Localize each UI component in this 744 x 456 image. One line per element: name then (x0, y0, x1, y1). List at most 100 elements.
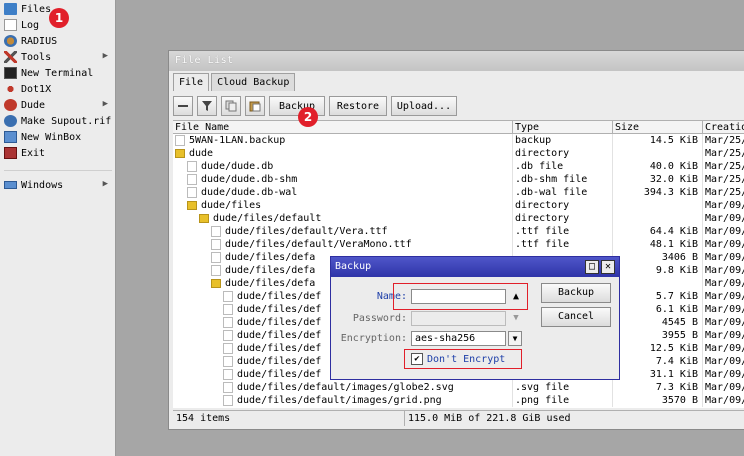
file-name-text: dude/files/def (237, 304, 322, 315)
column-header-type[interactable]: Type (513, 121, 613, 133)
table-row[interactable]: dude/dude.db-shm .db-shm file 32.0 KiB Mar/… (173, 173, 744, 186)
cell-creation: Mar/25/ (703, 147, 744, 160)
password-label: Password: (352, 313, 407, 324)
cell-file-name: dude/files/default/Vera.ttf (173, 225, 513, 238)
cell-type: .ttf file (513, 238, 613, 251)
cell-size: 3570 B (613, 394, 703, 407)
table-row[interactable]: dude/files/default directory Mar/09/ (173, 212, 744, 225)
cell-creation: Mar/09/ (703, 329, 744, 342)
file-name-text: dude/files/default/images/globe2.svg (237, 382, 454, 393)
folder-icon (199, 214, 209, 223)
cell-creation: Mar/25/ (703, 134, 744, 147)
supout-icon (4, 115, 17, 127)
cell-size: 40.0 KiB (613, 160, 703, 173)
tab-cloud-backup[interactable]: Cloud Backup (211, 73, 296, 91)
table-row[interactable]: dude/files/default/Vera.ttf .ttf file 64.4… (173, 225, 744, 238)
sidebar-item-label: Dot1X (21, 83, 52, 95)
cell-file-name: dude/dude.db-wal (173, 186, 513, 199)
cell-file-name: 5WAN-1LAN.backup (173, 134, 513, 147)
restore-button[interactable]: Restore (329, 96, 387, 116)
sidebar-item-label: Files (21, 3, 52, 15)
table-row[interactable]: dude/files/default/images/grid.png .png f… (173, 394, 744, 407)
table-row[interactable]: dude/files/default/VeraMono.ttf .ttf file… (173, 238, 744, 251)
column-header-file-name[interactable]: File Name (173, 121, 513, 133)
cell-size: 7.4 KiB (613, 355, 703, 368)
status-bar: 154 items 115.0 MiB of 221.8 GiB used (173, 410, 744, 426)
sidebar-item-label: RADIUS (21, 35, 58, 47)
dont-encrypt-row: ✔ Don't Encrypt (411, 353, 505, 365)
cell-creation: Mar/09/ (703, 264, 744, 277)
winbox-icon (4, 131, 17, 143)
cell-file-name: dude (173, 147, 513, 160)
tab-file[interactable]: File (173, 73, 210, 91)
filter-button[interactable] (197, 96, 217, 116)
cell-file-name: dude/files/default/VeraMono.ttf (173, 238, 513, 251)
status-item-count: 154 items (173, 411, 405, 426)
sidebar-item-dude[interactable]: Dude ▶ (4, 97, 112, 113)
sidebar-item-new-winbox[interactable]: New WinBox (4, 129, 112, 145)
table-row[interactable]: 5WAN-1LAN.backup backup 14.5 KiB Mar/25/ (173, 134, 744, 147)
sidebar-item-label: Exit (21, 147, 46, 159)
dialog-cancel-button[interactable]: Cancel (541, 307, 611, 327)
sidebar-item-dot1x[interactable]: Dot1X (4, 81, 112, 97)
encryption-select[interactable]: aes-sha256 (411, 331, 506, 346)
maximize-icon[interactable]: □ (585, 260, 599, 274)
file-name-text: dude/files/default/images/grid.png (237, 395, 442, 406)
close-icon[interactable]: ✕ (601, 260, 615, 274)
filter-icon (202, 101, 212, 111)
cell-type: directory (513, 212, 613, 225)
dialog-backup-button[interactable]: Backup (541, 283, 611, 303)
dialog-title-text: Backup (335, 261, 372, 272)
cell-size: 6.1 KiB (613, 303, 703, 316)
cell-creation: Mar/09/ (703, 316, 744, 329)
column-header-creation[interactable]: Creatio (703, 121, 744, 133)
column-header-size[interactable]: Size (613, 121, 703, 133)
cell-creation: Mar/09/ (703, 277, 744, 290)
sidebar-item-label: New WinBox (21, 131, 82, 143)
sidebar-item-exit[interactable]: Exit (4, 145, 112, 161)
table-row[interactable]: dude/dude.db-wal .db-wal file 394.3 KiB Mar… (173, 186, 744, 199)
submenu-arrow-icon: ▶ (102, 51, 108, 61)
cell-type: .db-wal file (513, 186, 613, 199)
cell-creation: Mar/09/ (703, 212, 744, 225)
file-name-text: dude/files/default/VeraMono.ttf (225, 239, 412, 250)
sidebar-item-label: Tools (21, 51, 52, 63)
table-row[interactable]: dude/files/default/images/globe2.svg .svg… (173, 381, 744, 394)
dont-encrypt-checkbox[interactable]: ✔ (411, 353, 423, 365)
cell-size: 3955 B (613, 329, 703, 342)
file-icon (223, 395, 233, 406)
table-row[interactable]: dude/dude.db .db file 40.0 KiB Mar/25/ (173, 160, 744, 173)
backup-dialog: Backup □ ✕ Name: ▲ Password: ▼ Encryptio… (330, 256, 620, 380)
sidebar-item-tools[interactable]: Tools ▶ (4, 49, 112, 65)
dot1x-icon (4, 83, 17, 95)
file-name-text: dude/files/def (237, 330, 322, 341)
copy-icon (225, 100, 237, 112)
sidebar-item-make-supout[interactable]: Make Supout.rif (4, 113, 112, 129)
file-icon (223, 304, 233, 315)
table-row[interactable]: dude directory Mar/25/ (173, 147, 744, 160)
file-icon (223, 382, 233, 393)
encryption-dropdown-icon[interactable]: ▼ (508, 331, 522, 346)
status-disk-usage: 115.0 MiB of 221.8 GiB used (405, 411, 744, 426)
password-input[interactable] (411, 311, 506, 326)
file-icon (211, 252, 221, 263)
file-name-text: dude/files/defa (225, 252, 316, 263)
name-input[interactable] (411, 289, 506, 304)
paste-button[interactable] (245, 96, 265, 116)
copy-button[interactable] (221, 96, 241, 116)
name-expand-icon[interactable]: ▲ (509, 289, 523, 304)
sidebar-item-radius[interactable]: RADIUS (4, 33, 112, 49)
sidebar-item-windows[interactable]: Windows ▶ (4, 177, 112, 193)
file-name-text: dude/files/defa (225, 265, 316, 276)
password-expand-icon[interactable]: ▼ (509, 311, 523, 326)
sidebar-item-new-terminal[interactable]: New Terminal (4, 65, 112, 81)
cell-type: directory (513, 147, 613, 160)
table-row[interactable]: dude/files directory Mar/09/ (173, 199, 744, 212)
dude-icon (4, 99, 17, 111)
folder-icon (4, 3, 17, 15)
upload-button[interactable]: Upload... (391, 96, 457, 116)
paste-icon (249, 101, 261, 112)
remove-button[interactable] (173, 96, 193, 116)
cell-creation: Mar/09/ (703, 394, 744, 407)
sidebar: Files Log RADIUS Tools ▶ New Terminal Do… (0, 0, 116, 456)
